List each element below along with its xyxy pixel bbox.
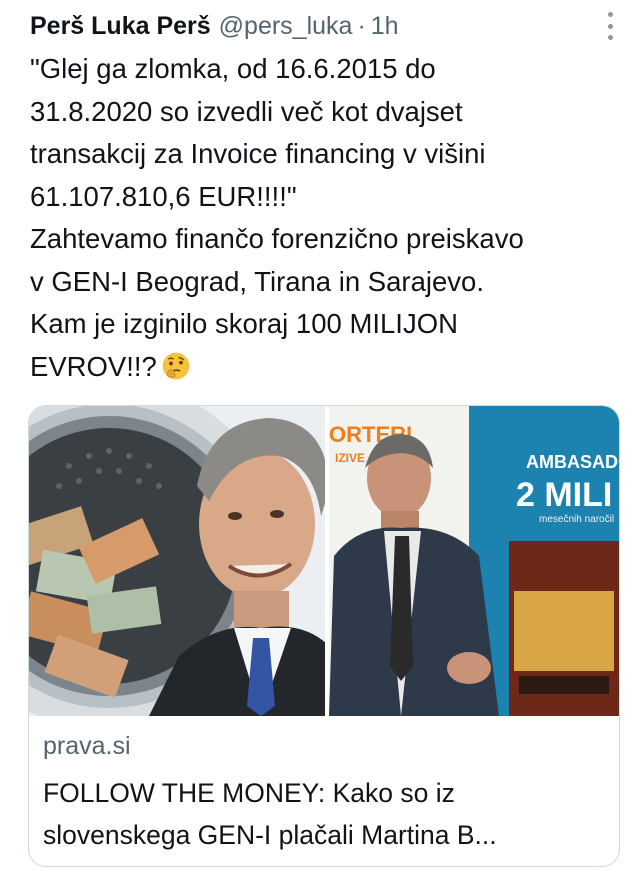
right-photo: ORTERI IZIVE AMBASADO 2 MILI mesečnih na… [329,406,619,716]
tweet-text: "Glej ga zlomka, od 16.6.2015 do 31.8.20… [30,48,625,388]
left-photo [29,406,329,716]
card-title[interactable]: FOLLOW THE MONEY: Kako so iz slovenskega… [43,772,608,856]
separator-dot: · [357,11,366,40]
card-meta: prava.si FOLLOW THE MONEY: Kako so iz sl… [29,716,619,866]
more-vertical-icon[interactable] [603,12,617,40]
timestamp[interactable]: 1h [371,12,399,41]
tweet-text-line: 31.8.2020 so izvedli več kot dvajset [30,95,463,127]
tweet[interactable]: Perš Luka Perš @pers_luka · 1h "Glej ga … [0,0,643,878]
tweet-text-line-last: EVROV!!? [30,346,625,389]
thinking-face-emoji-icon [162,352,190,379]
tweet-header: Perš Luka Perš @pers_luka · 1h [30,8,603,44]
link-card[interactable]: ORTERI IZIVE AMBASADO 2 MILI mesečnih na… [28,405,620,867]
user-handle[interactable]: @pers_luka [219,12,353,41]
magazine-right-text-2: 2 MILI [516,476,612,514]
tweet-text-last: EVROV!!? [30,350,157,382]
tweet-text-line: transakcij za Invoice financing v višini [30,138,486,169]
magazine-small-text: mesečnih naročil [539,514,614,525]
card-domain[interactable]: prava.si [43,732,131,761]
tweet-text-line: "Glej ga zlomka, od 16.6.2015 do [30,53,436,84]
tweet-text-line: Zahtevamo finančo forenzično preiskavo [30,223,524,254]
tweet-text-line: 61.107.810,6 EUR!!!!" [30,180,297,212]
tweet-text-line: Kam je izginilo skoraj 100 MILIJON [30,308,458,339]
card-title-line: FOLLOW THE MONEY: Kako so iz [43,778,455,808]
card-image[interactable]: ORTERI IZIVE AMBASADO 2 MILI mesečnih na… [29,406,619,716]
magazine-right-text-1: AMBASADO [526,452,619,472]
card-title-line: slovenskega GEN-I plačali Martina B... [43,820,497,850]
tweet-text-line: v GEN-I Beograd, Tirana in Sarajevo. [30,265,484,297]
display-name[interactable]: Perš Luka Perš [30,12,211,41]
magazine-sub-text: IZIVE [335,451,365,465]
